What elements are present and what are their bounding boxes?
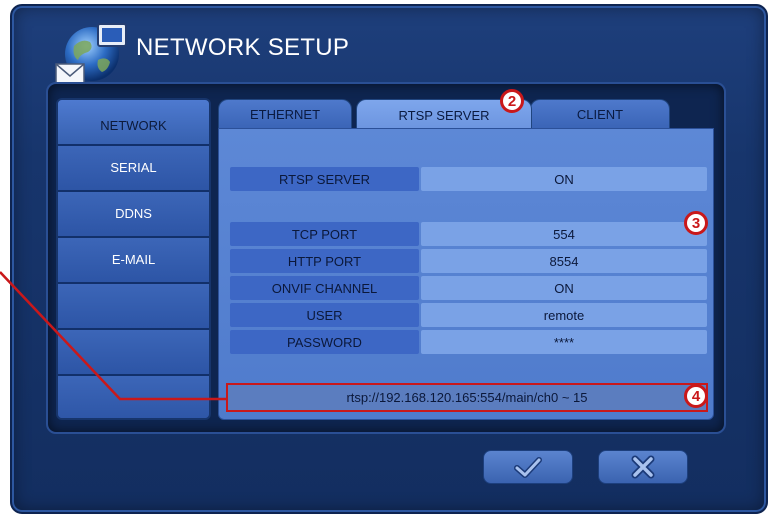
setting-label: TCP PORT <box>230 222 419 246</box>
setting-row-rtsp-server: RTSP SERVER ON <box>230 167 707 191</box>
rtsp-url-display: rtsp://192.168.120.165:554/main/ch0 ~ 15 <box>226 383 708 412</box>
setting-row-http-port: HTTP PORT 8554 <box>230 249 707 273</box>
sidebar-item-serial[interactable]: SERIAL <box>58 146 209 192</box>
http-port-field[interactable]: 8554 <box>421 249 707 273</box>
window-title: NETWORK SETUP <box>136 34 350 61</box>
annotation-badge-4: 4 <box>684 384 708 408</box>
check-icon <box>514 457 542 478</box>
setting-label: PASSWORD <box>230 330 419 354</box>
sidebar-item-ddns[interactable]: DDNS <box>58 192 209 238</box>
tcp-port-field[interactable]: 554 <box>421 222 707 246</box>
cancel-button[interactable] <box>598 450 688 484</box>
rtsp-server-toggle[interactable]: ON <box>421 167 707 191</box>
annotation-badge-3: 3 <box>684 211 708 235</box>
password-field[interactable]: **** <box>421 330 707 354</box>
globe-envelope-monitor-icon <box>55 23 127 85</box>
tab-client[interactable]: CLIENT <box>530 99 670 129</box>
sidebar-item-email[interactable]: E-MAIL <box>58 238 209 284</box>
setting-row-onvif-channel: ONVIF CHANNEL ON <box>230 276 707 300</box>
tab-bar: ETHERNET CLIENT RTSP SERVER <box>218 99 708 131</box>
setting-label: USER <box>230 303 419 327</box>
ok-button[interactable] <box>483 450 573 484</box>
setting-label: HTTP PORT <box>230 249 419 273</box>
setting-label: ONVIF CHANNEL <box>230 276 419 300</box>
sidebar-item-empty <box>58 330 209 376</box>
sidebar-item-empty <box>58 284 209 330</box>
sidebar: NETWORK SERIAL DDNS E-MAIL <box>56 98 211 420</box>
onvif-channel-toggle[interactable]: ON <box>421 276 707 300</box>
setting-row-tcp-port: TCP PORT 554 <box>230 222 707 246</box>
tab-ethernet[interactable]: ETHERNET <box>218 99 352 129</box>
sidebar-item-empty <box>58 376 209 418</box>
x-icon <box>631 455 655 479</box>
setting-label: RTSP SERVER <box>230 167 419 191</box>
setting-row-user: USER remote <box>230 303 707 327</box>
user-field[interactable]: remote <box>421 303 707 327</box>
setting-row-password: PASSWORD **** <box>230 330 707 354</box>
sidebar-item-network[interactable]: NETWORK <box>58 100 209 146</box>
annotation-badge-2: 2 <box>500 89 524 113</box>
